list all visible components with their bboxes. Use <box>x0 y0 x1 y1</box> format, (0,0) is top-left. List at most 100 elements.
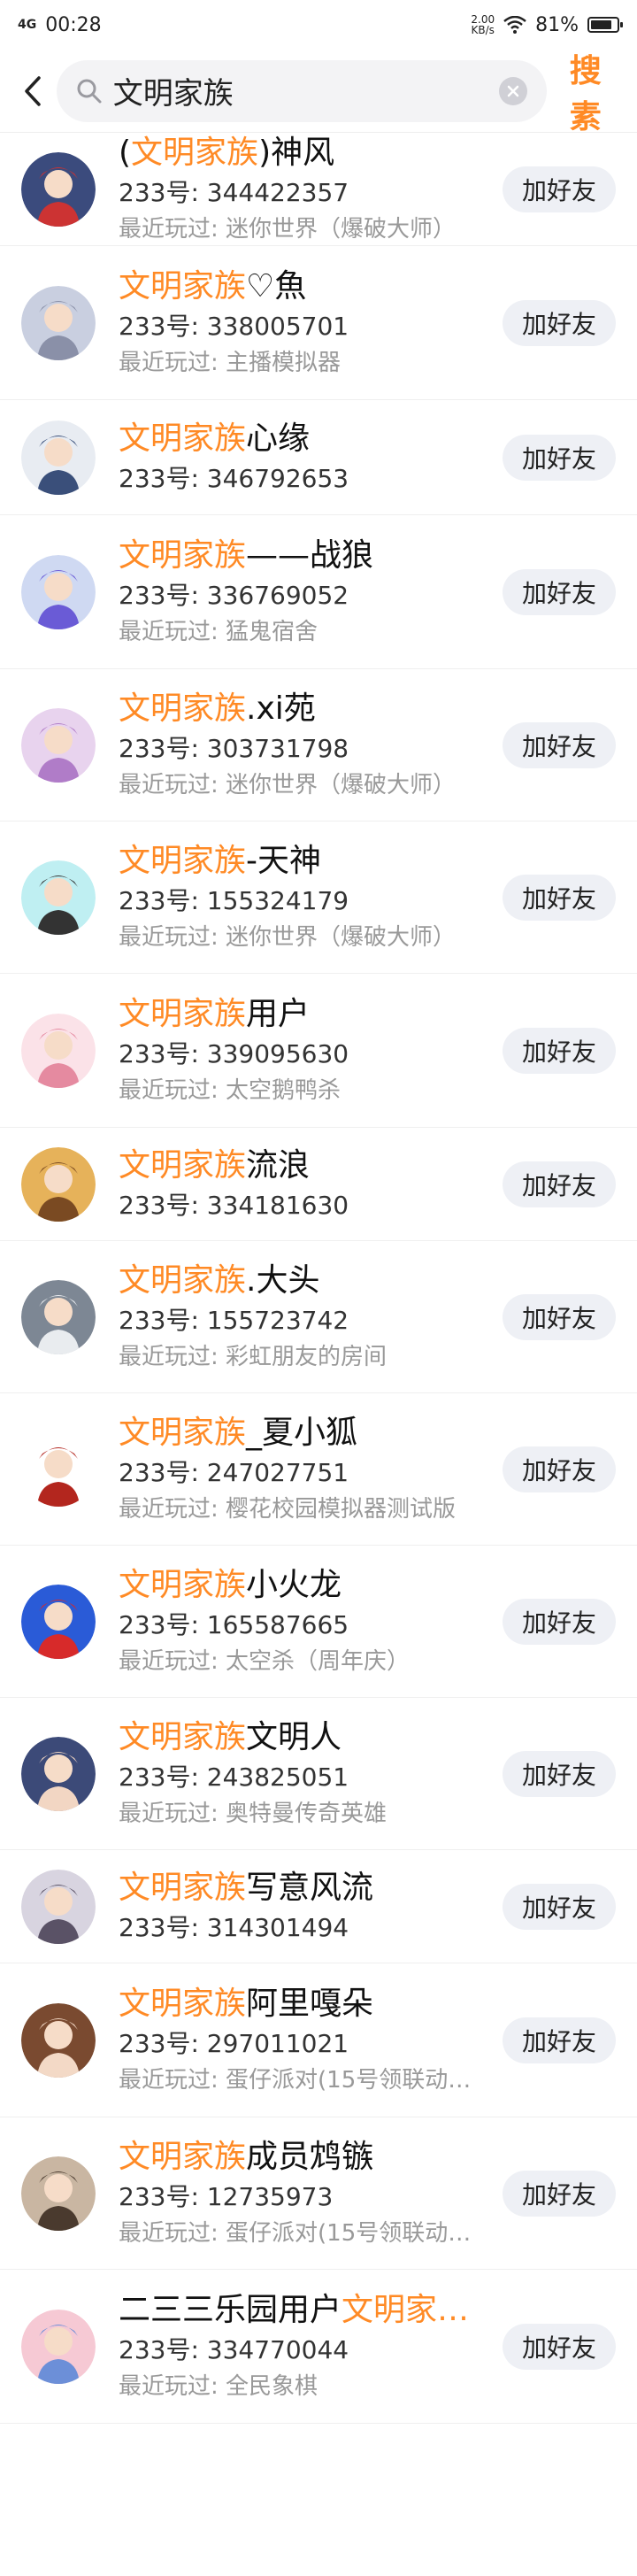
add-friend-button[interactable]: 加好友 <box>503 721 616 768</box>
user-name: 文明家族阿里嘎朵 <box>119 1984 488 2025</box>
add-friend-button[interactable]: 加好友 <box>503 1161 616 1207</box>
result-row[interactable]: 文明家族小火龙 233号: 165587665 最近玩过: 太空杀（周年庆） 加好友 <box>0 1546 637 1698</box>
user-id-value: 297011021 <box>206 2028 349 2058</box>
user-info: 二三三乐园用户文明家… 233号: 334770044 最近玩过: 全民象棋 <box>119 2290 488 2403</box>
recent-played-label: 最近玩过: <box>119 2066 226 2094</box>
user-name-suffix: 阿里嘎朵 <box>246 1985 374 2022</box>
recent-played-label: 最近玩过: <box>119 1343 226 1370</box>
recent-played: 最近玩过: 猛鬼宿舍 <box>119 615 488 649</box>
result-row[interactable]: 文明家族-天神 233号: 155324179 最近玩过: 迷你世界（爆破大师） 加好… <box>0 821 637 974</box>
recent-played: 最近玩过: 太空鹅鸭杀 <box>119 1074 488 1107</box>
user-id-label: 233号: <box>119 177 207 207</box>
user-id: 233号: 247027751 <box>119 1455 488 1491</box>
avatar[interactable] <box>21 2156 96 2231</box>
avatar[interactable] <box>21 1584 96 1659</box>
battery-icon <box>587 17 623 33</box>
user-name-highlight: 文明家族 <box>119 2138 247 2175</box>
result-row[interactable]: 文明家族.大头 233号: 155723742 最近玩过: 彩虹朋友的房间 加好友 <box>0 1241 637 1393</box>
result-row[interactable]: 文明家族.xi苑 233号: 303731798 最近玩过: 迷你世界（爆破大师）加… <box>0 669 637 821</box>
add-friend-button[interactable]: 加好友 <box>503 1598 616 1645</box>
result-row[interactable]: 文明家族写意风流 233号: 314301494 加好友 <box>0 1850 637 1963</box>
search-box[interactable] <box>56 59 547 122</box>
avatar[interactable] <box>21 554 96 629</box>
user-name-suffix: 流浪 <box>246 1146 311 1184</box>
add-friend-button[interactable]: 加好友 <box>503 1027 616 1074</box>
close-icon <box>507 85 518 96</box>
result-row[interactable]: 文明家族_夏小狐 233号: 247027751 最近玩过: 樱花校园模拟器测试版加… <box>0 1393 637 1546</box>
recent-played-label: 最近玩过: <box>119 2219 226 2247</box>
add-friend-button[interactable]: 加好友 <box>503 166 616 212</box>
add-friend-button[interactable]: 加好友 <box>503 2323 616 2370</box>
add-friend-button[interactable]: 加好友 <box>503 1293 616 1340</box>
result-row[interactable]: 文明家族用户 233号: 339095630 最近玩过: 太空鹅鸭杀 加好友 <box>0 974 637 1128</box>
avatar[interactable] <box>21 860 96 935</box>
avatar[interactable] <box>21 151 96 227</box>
add-friend-button[interactable]: 加好友 <box>503 568 616 615</box>
user-name-suffix: 文明人 <box>246 1718 342 1755</box>
add-friend-button[interactable]: 加好友 <box>503 1446 616 1492</box>
add-friend-button[interactable]: 加好友 <box>503 434 616 481</box>
result-row[interactable]: 文明家族♡魚 233号: 338005701 最近玩过: 主播模拟器 加好友 <box>0 246 637 400</box>
user-name-highlight: 文明家族 <box>119 267 247 305</box>
user-id-label: 233号: <box>119 311 207 341</box>
user-name: 文明家族写意风流 <box>119 1868 488 1909</box>
user-name: 文明家族-天神 <box>119 841 488 882</box>
search-button[interactable]: 搜素 <box>570 45 616 137</box>
add-friend-button[interactable]: 加好友 <box>503 299 616 346</box>
user-name: 文明家族♡魚 <box>119 266 488 307</box>
user-id-label: 233号: <box>119 1609 207 1639</box>
avatar-image <box>21 1431 96 1507</box>
user-id-label: 233号: <box>119 885 207 915</box>
result-row[interactable]: 文明家族阿里嘎朵 233号: 297011021 最近玩过: 蛋仔派对(15号领联动… <box>0 1963 637 2117</box>
add-friend-button[interactable]: 加好友 <box>503 1883 616 1930</box>
result-row[interactable]: 二三三乐园用户文明家… 233号: 334770044 最近玩过: 全民象棋 加好友 <box>0 2270 637 2424</box>
user-id-value: 303731798 <box>206 733 349 763</box>
clear-button[interactable] <box>498 76 527 105</box>
result-row[interactable]: 文明家族成员鸩镞 233号: 12735973 最近玩过: 蛋仔派对(15号领联动皮… <box>0 2117 637 2270</box>
result-row[interactable]: 文明家族——战狼 233号: 336769052 最近玩过: 猛鬼宿舍 加好友 <box>0 515 637 669</box>
result-row[interactable]: (文明家族)神风 233号: 344422357 最近玩过: 迷你世界（爆破大师）加… <box>0 133 637 246</box>
user-id: 233号: 165587665 <box>119 1608 488 1643</box>
avatar[interactable] <box>21 420 96 495</box>
back-button[interactable] <box>16 63 50 120</box>
user-name-highlight: 文明家族 <box>119 1146 247 1184</box>
user-id-value: 243825051 <box>206 1762 349 1792</box>
user-id-label: 233号: <box>119 733 207 763</box>
avatar[interactable] <box>21 1736 96 1811</box>
avatar[interactable] <box>21 1013 96 1088</box>
avatar[interactable] <box>21 1869 96 1944</box>
result-row[interactable]: 文明家族文明人 233号: 243825051 最近玩过: 奥特曼传奇英雄 加好友 <box>0 1698 637 1850</box>
battery-percent: 81% <box>535 13 579 36</box>
user-name: 文明家族.大头 <box>119 1261 488 1301</box>
avatar[interactable] <box>21 1146 96 1222</box>
search-input[interactable] <box>102 73 499 109</box>
result-row[interactable]: 文明家族心缘 233号: 346792653 加好友 <box>0 400 637 515</box>
user-info: 文明家族阿里嘎朵 233号: 297011021 最近玩过: 蛋仔派对(15号领联动… <box>119 1984 488 2097</box>
add-friend-button[interactable]: 加好友 <box>503 2017 616 2063</box>
avatar[interactable] <box>21 1431 96 1507</box>
user-id-value: 155324179 <box>206 885 349 915</box>
add-friend-button[interactable]: 加好友 <box>503 874 616 921</box>
avatar[interactable] <box>21 285 96 360</box>
user-info: 文明家族写意风流 233号: 314301494 <box>119 1868 488 1946</box>
recent-played-label: 最近玩过: <box>119 215 226 243</box>
recent-played: 最近玩过: 蛋仔派对(15号领联动皮肤) <box>119 2217 488 2250</box>
avatar[interactable] <box>21 2002 96 2078</box>
back-arrow-icon <box>25 75 41 106</box>
user-name-suffix: .大头 <box>246 1261 320 1299</box>
avatar-image <box>21 860 96 935</box>
signal-icon: 4G <box>18 18 37 32</box>
recent-played-label: 最近玩过: <box>119 2372 226 2400</box>
recent-played-game: 蛋仔派对(15号领联动皮肤) <box>226 2066 488 2094</box>
avatar[interactable] <box>21 1279 96 1354</box>
user-name-suffix: ♡魚 <box>246 267 307 305</box>
status-left: 4G 00:28 <box>18 14 102 36</box>
add-friend-button[interactable]: 加好友 <box>503 1750 616 1797</box>
add-friend-button[interactable]: 加好友 <box>503 2170 616 2217</box>
recent-played-label: 最近玩过: <box>119 923 226 951</box>
result-row[interactable]: 文明家族流浪 233号: 334181630 加好友 <box>0 1128 637 1241</box>
avatar[interactable] <box>21 2309 96 2384</box>
avatar[interactable] <box>21 707 96 783</box>
user-id: 233号: 297011021 <box>119 2026 488 2062</box>
user-id: 233号: 344422357 <box>119 175 488 211</box>
